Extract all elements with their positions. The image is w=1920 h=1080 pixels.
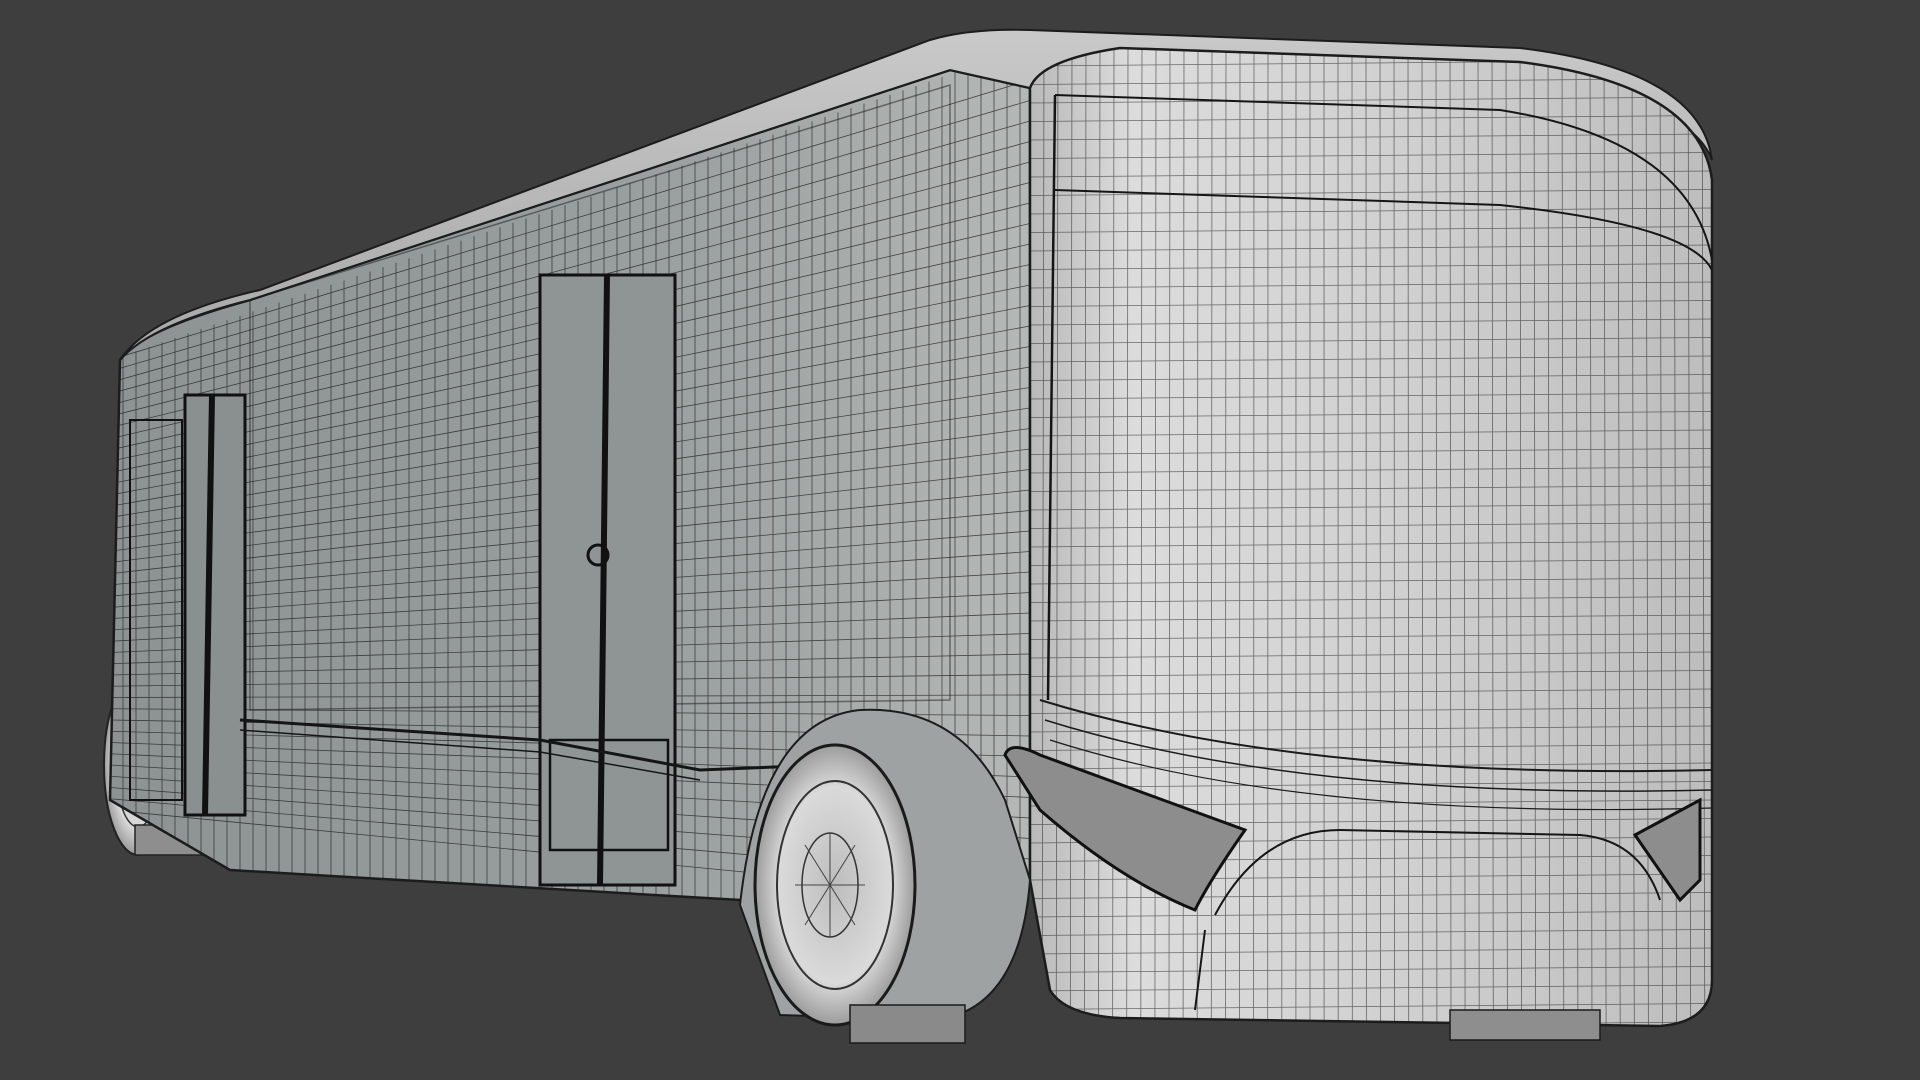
wheel-front-right	[1449, 1009, 1601, 1041]
bus-wireframe-render[interactable]	[0, 0, 1920, 1080]
bus-front-panel	[1003, 46, 1714, 1028]
3d-viewport[interactable]	[0, 0, 1920, 1080]
front-door	[538, 273, 677, 887]
